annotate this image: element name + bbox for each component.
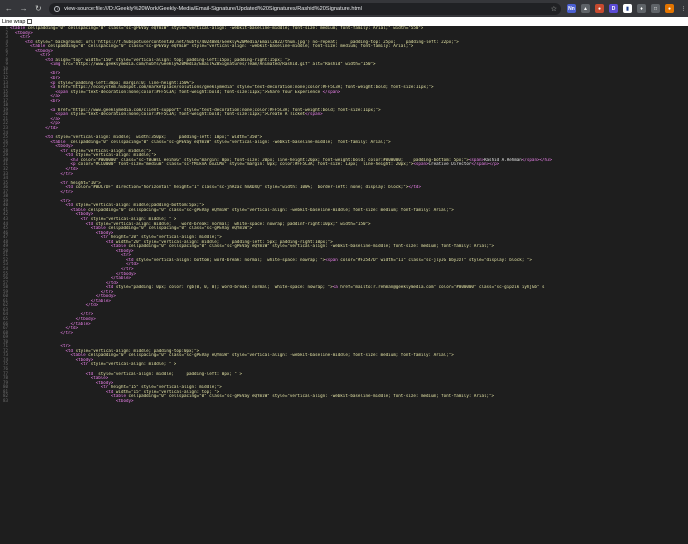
address-bar-url: view-source:file:///D:/Geekly%20Work/Gee…	[64, 5, 362, 12]
code-line-text: </tr>	[60, 171, 74, 176]
code-line-text: <tr style="vertical-align: middle; " >	[80, 362, 177, 367]
extension-badge-icon[interactable]: Nn	[567, 4, 576, 13]
extension-badge-label: Nn	[568, 5, 575, 12]
site-info-icon[interactable]: i	[54, 5, 61, 12]
code-line-text: </tr>	[60, 330, 74, 335]
shield-icon[interactable]: ▲	[581, 4, 590, 13]
code-line-text: <p color="#CC0000" font-size="medium" cl…	[70, 162, 500, 167]
code-line-text: <img src="https://www.geeklymedia.com/hu…	[50, 62, 376, 67]
profile-avatar[interactable]: ●	[665, 4, 674, 13]
code-line-text: </td>	[85, 303, 99, 308]
d-extension-icon[interactable]: D	[609, 4, 618, 13]
line-wrap-checkbox[interactable]	[27, 19, 33, 24]
back-icon[interactable]: ←	[3, 3, 15, 15]
line-wrap-label: Line wrap	[2, 18, 26, 25]
line-number: 83	[2, 397, 8, 403]
source-code-view[interactable]: 1 <table cellpadding="0" cellspacing="0" …	[0, 26, 688, 544]
browser-toolbar: ← → ↻ i view-source:file:///D:/Geekly%20…	[0, 0, 688, 17]
code-line-text: <table cellpadding="0" cellspacing="0" c…	[30, 44, 414, 49]
code-line: 83 <tbody>	[0, 397, 688, 404]
puzzle-icon[interactable]: ♦	[637, 4, 646, 13]
extensions-bar: Nn ▲ ● D ▮ ♦ □ ● ⋮	[567, 4, 688, 13]
code-line-text: <tbody>	[115, 398, 134, 403]
code-line-text: <br>	[50, 98, 61, 103]
bookmark-star-icon[interactable]: ☆	[551, 5, 557, 13]
sidepanel-icon[interactable]: □	[651, 4, 660, 13]
grammar-icon[interactable]: ●	[595, 4, 604, 13]
address-bar[interactable]: i view-source:file:///D:/Geekly%20Work/G…	[49, 2, 561, 15]
code-line-text: </td>	[45, 126, 58, 131]
reload-icon[interactable]: ↻	[32, 3, 44, 15]
bookmark-extension-icon[interactable]: ▮	[623, 4, 632, 13]
code-line-text: <table cellpadding="0" cellspacing="0" c…	[10, 26, 424, 30]
forward-icon[interactable]: →	[18, 3, 30, 15]
code-line-text: </tr>	[60, 189, 74, 194]
menu-icon[interactable]: ⋮	[679, 4, 688, 13]
line-wrap-bar: Line wrap	[0, 17, 688, 26]
